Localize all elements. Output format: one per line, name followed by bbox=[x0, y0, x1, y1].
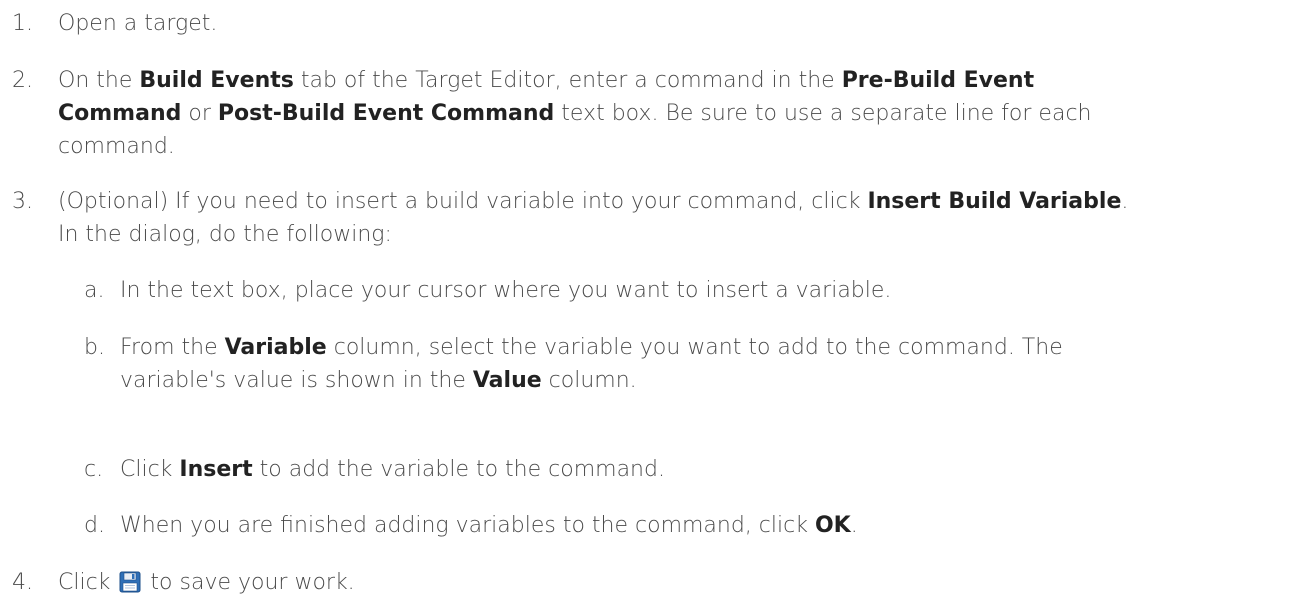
substep-c: c. Click Insert to add the variable to t… bbox=[12, 453, 1279, 486]
step-text: Open a target. bbox=[58, 11, 218, 36]
text-run: tab of the Target Editor, enter a comman… bbox=[293, 68, 842, 93]
step-4: 4. Click to save your work. bbox=[12, 566, 1279, 599]
procedure-document: 1. Open a target. 2. On the Build Events… bbox=[0, 0, 1291, 611]
step-text: Click to save your work. bbox=[58, 566, 1279, 599]
text-run: (Optional) If you need to insert a build… bbox=[58, 189, 868, 214]
ui-term-insert: Insert bbox=[179, 457, 253, 482]
ui-term-ok: OK bbox=[814, 513, 851, 538]
text-run: variable's value is shown in the bbox=[120, 368, 473, 393]
step-1: 1. Open a target. bbox=[12, 7, 1279, 40]
text-run: When you are finished adding variables t… bbox=[120, 513, 815, 538]
step-number: 2. bbox=[12, 68, 33, 93]
substep-d: d. When you are finished adding variable… bbox=[12, 509, 1279, 542]
substep-letter: a. bbox=[84, 278, 105, 303]
substep-a: a. In the text box, place your cursor wh… bbox=[12, 274, 1279, 307]
text-run: From the bbox=[120, 335, 225, 360]
ui-term-variable: Variable bbox=[224, 335, 327, 360]
substep-letter: d. bbox=[84, 513, 105, 538]
step-text: (Optional) If you need to insert a build… bbox=[58, 185, 1279, 251]
substep-text: In the text box, place your cursor where… bbox=[120, 278, 892, 303]
text-run: text box. Be sure to use a separate line… bbox=[554, 101, 1092, 126]
text-run: Click bbox=[120, 457, 180, 482]
text-run: to add the variable to the command. bbox=[252, 457, 665, 482]
text-run: Click bbox=[58, 570, 118, 595]
ui-term-pre-build-event: Pre-Build Event bbox=[841, 68, 1035, 93]
substep-text: Click Insert to add the variable to the … bbox=[120, 453, 1279, 486]
ui-term-command: Command bbox=[58, 101, 182, 126]
substep-b: b. From the Variable column, select the … bbox=[12, 331, 1279, 397]
ui-term-post-build-event-command: Post-Build Event Command bbox=[217, 101, 555, 126]
step-number: 3. bbox=[12, 189, 33, 214]
step-2: 2. On the Build Events tab of the Target… bbox=[12, 64, 1279, 163]
step-3: 3. (Optional) If you need to insert a bu… bbox=[12, 185, 1279, 251]
text-run: to save your work. bbox=[143, 570, 355, 595]
text-run: column, select the variable you want to … bbox=[326, 335, 1063, 360]
text-run: In the dialog, do the following: bbox=[58, 222, 392, 247]
substep-text: When you are finished adding variables t… bbox=[120, 509, 1279, 542]
substep-text: From the Variable column, select the var… bbox=[120, 331, 1279, 397]
save-icon bbox=[119, 570, 141, 593]
text-run: . bbox=[850, 513, 858, 538]
text-run: column. bbox=[541, 368, 637, 393]
ui-term-value: Value bbox=[472, 368, 542, 393]
text-run: or bbox=[181, 101, 218, 126]
step-text: On the Build Events tab of the Target Ed… bbox=[58, 64, 1279, 163]
substep-letter: c. bbox=[84, 457, 104, 482]
text-run: On the bbox=[58, 68, 140, 93]
substep-letter: b. bbox=[84, 335, 105, 360]
ui-term-build-events: Build Events bbox=[139, 68, 294, 93]
text-run: command. bbox=[58, 134, 175, 159]
step-number: 4. bbox=[12, 570, 33, 595]
text-run: . bbox=[1121, 189, 1129, 214]
ui-term-insert-build-variable: Insert Build Variable bbox=[867, 189, 1122, 214]
step-number: 1. bbox=[12, 11, 33, 36]
